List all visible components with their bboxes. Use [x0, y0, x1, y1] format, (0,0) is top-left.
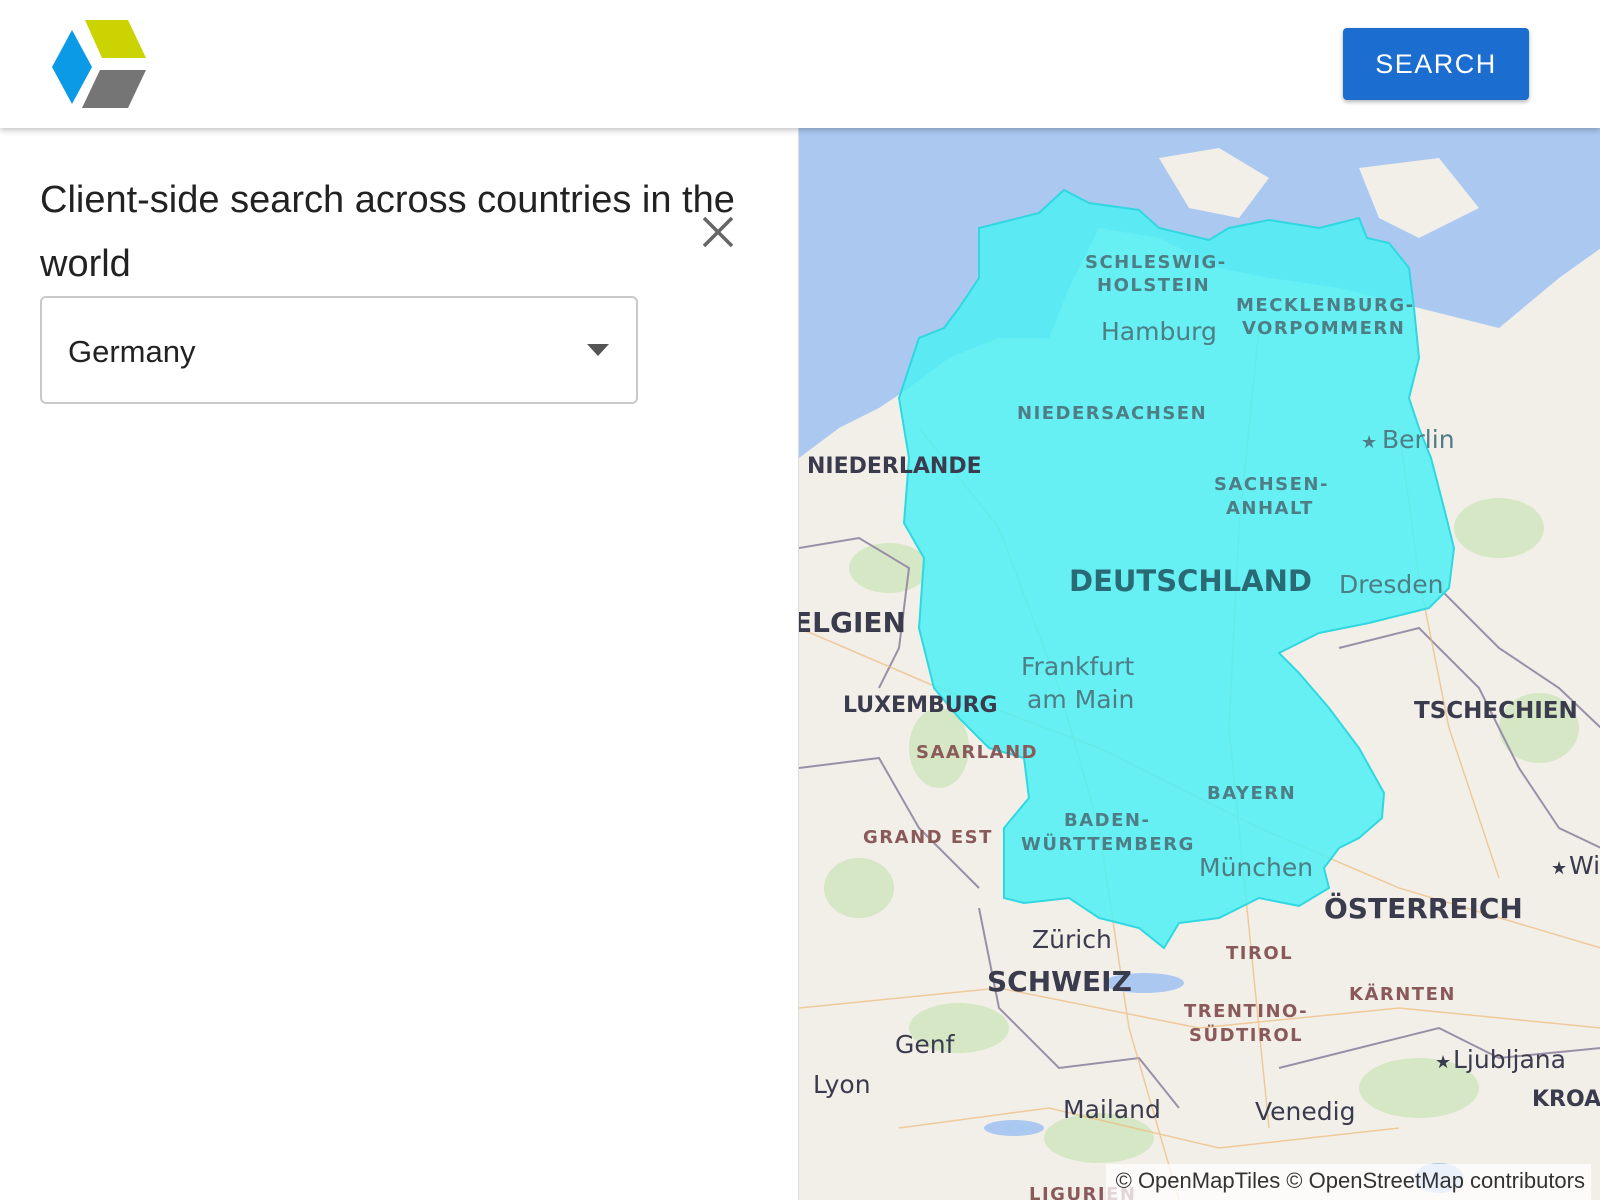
app-logo[interactable]: [50, 20, 150, 108]
capital-star-icon: ★: [1551, 858, 1567, 879]
region-label: VORPOMMERN: [1242, 318, 1405, 339]
country-label: DEUTSCHLAND: [1069, 564, 1312, 598]
city-label: Venedig: [1255, 1097, 1355, 1126]
city-label: Frankfurt: [1021, 652, 1134, 681]
search-button[interactable]: SEARCH: [1343, 28, 1529, 100]
region-label: SACHSEN-: [1214, 474, 1329, 495]
map-canvas[interactable]: DEUTSCHLAND NIEDERLANDE ELGIEN LUXEMBURG…: [799, 128, 1600, 1200]
close-icon[interactable]: [698, 212, 738, 252]
city-label: Dresden: [1339, 570, 1443, 599]
app-header: SEARCH: [0, 0, 1600, 128]
logo-yellow-facet: [85, 20, 146, 58]
region-label: HOLSTEIN: [1097, 275, 1210, 296]
region-label: BADEN-: [1064, 810, 1150, 831]
city-label: Berlin: [1382, 425, 1455, 454]
city-label: Lyon: [813, 1070, 871, 1099]
search-panel: Client-side search across countries in t…: [0, 128, 798, 1200]
capital-star-icon: ★: [1435, 1052, 1451, 1073]
country-label: SCHWEIZ: [987, 965, 1132, 998]
city-label: Zürich: [1032, 925, 1112, 954]
city-label: Mailand: [1063, 1095, 1161, 1124]
panel-title: Client-side search across countries in t…: [40, 179, 735, 285]
region-label: WÜRTTEMBERG: [1021, 833, 1195, 855]
city-label: Wi: [1569, 851, 1600, 880]
city-label: Genf: [895, 1030, 956, 1059]
country-label: LUXEMBURG: [843, 693, 998, 718]
region-label: BAYERN: [1207, 783, 1296, 804]
region-label: TRENTINO-: [1184, 1001, 1308, 1022]
city-label: München: [1199, 853, 1313, 882]
country-label: KROA: [1532, 1087, 1600, 1112]
region-label: SCHLESWIG-: [1085, 252, 1227, 273]
logo-gray-facet: [82, 70, 146, 108]
region-label: ANHALT: [1226, 498, 1314, 519]
country-label: ELGIEN: [799, 606, 906, 639]
region-label: SÜDTIROL: [1189, 1024, 1303, 1046]
city-label: Hamburg: [1101, 317, 1217, 346]
country-label: NIEDERLANDE: [807, 454, 982, 479]
map-view[interactable]: DEUTSCHLAND NIEDERLANDE ELGIEN LUXEMBURG…: [798, 128, 1600, 1200]
logo-blue-facet: [52, 30, 92, 104]
city-label: Ljubljana: [1453, 1045, 1566, 1074]
capital-star-icon: ★: [1361, 432, 1377, 453]
city-label: am Main: [1027, 685, 1134, 714]
chevron-down-icon: [587, 344, 609, 356]
region-label: KÄRNTEN: [1349, 983, 1456, 1005]
country-label: TSCHECHIEN: [1414, 698, 1578, 724]
region-label: SAARLAND: [916, 742, 1038, 763]
lake: [984, 1120, 1044, 1136]
country-select-value: Germany: [68, 334, 196, 369]
region-label: TIROL: [1226, 943, 1293, 964]
region-label: GRAND EST: [863, 827, 993, 848]
region-label: MECKLENBURG-: [1236, 295, 1415, 316]
country-select[interactable]: Germany: [40, 296, 638, 404]
region-label: NIEDERSACHSEN: [1017, 403, 1207, 424]
map-attribution[interactable]: © OpenMapTiles © OpenStreetMap contribut…: [1105, 1164, 1591, 1200]
country-label: ÖSTERREICH: [1324, 891, 1523, 925]
